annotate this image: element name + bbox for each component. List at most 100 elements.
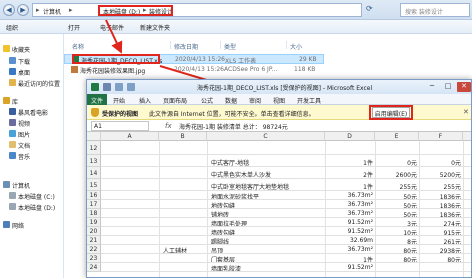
cell-total[interactable]: 1836元 [421,191,463,199]
save-icon[interactable] [103,83,111,91]
cell-quantity[interactable]: 32.69m [327,236,375,244]
cell-b[interactable] [163,191,209,199]
cell-quantity[interactable]: 36.73m² [327,200,375,208]
cell-unit-price[interactable] [377,141,419,154]
cell-item-name[interactable]: 墙面乳胶漆 [211,263,327,271]
cell-quantity[interactable]: 1件 [327,254,375,262]
cell-unit-price[interactable]: 3元 [377,218,419,226]
row-header[interactable]: 12 [87,141,101,155]
tab-page-layout[interactable]: 页面布局 [163,96,187,105]
cell-quantity[interactable]: 1件 [327,155,375,167]
cell-unit-price[interactable]: 2600元 [377,167,419,179]
row-header[interactable]: 13 [87,155,101,167]
column-header-a[interactable]: A [101,132,159,141]
row-header[interactable]: 24 [87,263,101,272]
formula-input[interactable]: 海秀花园-1期 装修清单 总计： 98724元 [179,122,288,131]
column-header-b[interactable]: B [159,132,207,141]
cell-b[interactable] [163,236,209,244]
cell-total[interactable]: 0元 [421,155,463,167]
cell-unit-price[interactable] [377,263,419,271]
cell-quantity[interactable]: 91.52m² [327,218,375,226]
cell-quantity[interactable] [327,141,375,154]
cell-quantity[interactable]: 1件 [327,179,375,191]
row-header[interactable]: 20 [87,227,101,236]
column-header-f[interactable]: F [419,132,463,141]
row-header[interactable]: 17 [87,200,101,209]
cell-unit-price[interactable]: 255元 [377,179,419,191]
cell-item-name[interactable]: 中式客厅-地毯 [211,155,327,167]
cell-b[interactable] [163,155,209,166]
cell-total[interactable]: 274元 [421,218,463,226]
name-box[interactable]: A1 [91,121,149,131]
cell-b[interactable] [163,167,209,178]
cell-quantity[interactable]: 36.73m² [327,245,375,253]
tab-file[interactable]: 文件 [87,94,107,105]
cell-total[interactable] [421,141,463,154]
row-header[interactable]: 14 [87,167,101,179]
row-header[interactable]: 22 [87,245,101,254]
cell-total[interactable]: 2938元 [421,245,463,253]
cell-total[interactable]: 1836元 [421,209,463,217]
cell-unit-price[interactable]: 50元 [377,191,419,199]
cell-unit-price[interactable]: 50元 [377,200,419,208]
cell-b[interactable] [163,141,209,154]
cell-quantity[interactable]: 91.52m² [327,227,375,235]
cell-unit-price[interactable]: 80元 [377,245,419,253]
row-header[interactable]: 21 [87,236,101,245]
cell-quantity[interactable]: 36.73m² [327,209,375,217]
cell-item-name[interactable]: 踢脚线 [211,236,327,244]
sheet-grid[interactable]: 12 13 中式客厅-地毯 1件 0元 0元 14 中式黑色实木单人沙发 2件 2600元 5200… [87,141,471,277]
cell-item-name[interactable]: 吊顶 [211,245,327,253]
tab-insert[interactable]: 插入 [139,96,151,105]
redo-icon[interactable] [127,83,135,91]
cell-b[interactable] [163,209,209,217]
tab-view[interactable]: 视图 [273,96,285,105]
select-all-corner[interactable] [87,132,101,141]
tab-formulas[interactable]: 公式 [201,96,213,105]
protected-view-message[interactable]: 此文件源自 Internet 位置，可能不安全。单击查看详细信息。 [149,109,315,118]
row-header[interactable]: 16 [87,191,101,200]
tab-data[interactable]: 数据 [225,96,237,105]
cell-unit-price[interactable]: 80元 [377,254,419,262]
cell-item-name[interactable]: 墙砖勾缝 [211,227,327,235]
cell-total[interactable]: 80元 [421,254,463,262]
cell-item-name[interactable]: 地面水泥砂浆找平 [211,191,327,199]
undo-icon[interactable] [115,83,123,91]
minimize-button[interactable]: ─ [425,82,439,92]
cell-unit-price[interactable]: 50元 [377,209,419,217]
cell-item-name[interactable]: 地砖勾缝 [211,200,327,208]
cell-item-name[interactable] [211,141,327,154]
maximize-button[interactable]: □ [441,82,455,92]
cell-quantity[interactable]: 91.52m² [327,263,375,271]
cell-b[interactable] [163,218,209,226]
row-header[interactable]: 18 [87,209,101,218]
cell-b[interactable] [163,200,209,208]
cell-item-name[interactable]: 墙面拉毛处理 [211,218,327,226]
tab-review[interactable]: 审阅 [249,96,261,105]
row-header[interactable]: 15 [87,179,101,191]
cell-total[interactable]: 1836元 [421,200,463,208]
cell-total[interactable]: 255元 [421,179,463,191]
column-header-d[interactable]: D [325,132,375,141]
cell-total[interactable]: 261元 [421,236,463,244]
cell-item-name[interactable]: 门套基层 [211,254,327,262]
function-icon[interactable]: fx [165,122,172,130]
cell-b[interactable]: 人工辅材 [163,245,209,253]
tab-developer[interactable]: 开发工具 [297,96,321,105]
cell-b[interactable] [163,263,209,271]
cell-total[interactable]: 5200元 [421,167,463,179]
cell-total[interactable] [421,263,463,271]
row-header[interactable]: 19 [87,218,101,227]
cell-item-name[interactable]: 中式黑色实木单人沙发 [211,167,327,179]
cell-quantity[interactable]: 2件 [327,167,375,179]
cell-unit-price[interactable]: 8元 [377,236,419,244]
column-header-c[interactable]: C [207,132,325,141]
close-button[interactable]: ✕ [457,82,471,92]
close-icon[interactable]: ✕ [463,108,469,116]
cell-item-name[interactable]: 中式卧室地毯客厅大地垫地毯 [211,179,327,191]
column-header-e[interactable]: E [375,132,419,141]
cell-b[interactable] [163,179,209,190]
cell-item-name[interactable]: 铺地砖 [211,209,327,217]
row-header[interactable]: 23 [87,254,101,263]
cell-quantity[interactable]: 36.73m² [327,191,375,199]
